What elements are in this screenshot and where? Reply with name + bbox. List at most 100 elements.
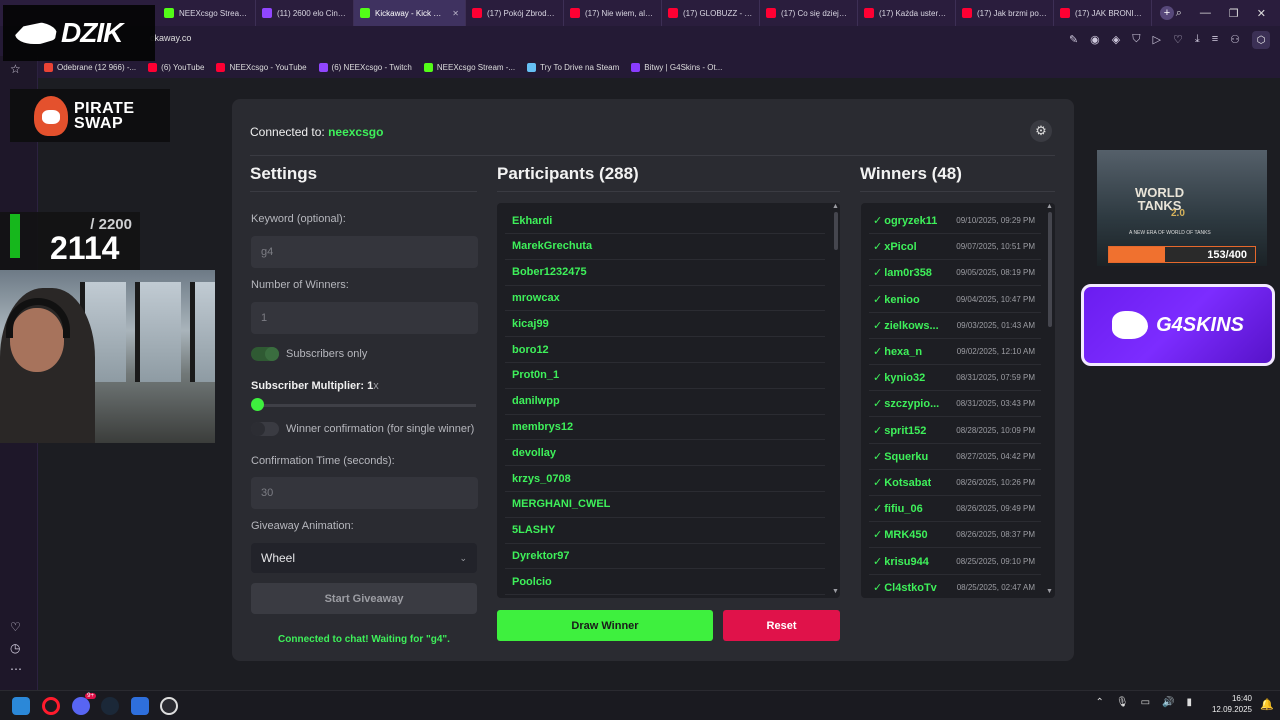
new-tab-button[interactable]: + (1160, 6, 1174, 20)
bookmark-item[interactable]: (6) YouTube (148, 62, 204, 72)
winner-name: ✓ lam0r358 (873, 267, 932, 280)
bookmark-item[interactable]: Odebrane (12 966) -... (44, 62, 136, 72)
tab-label: (17) GLOBUZZ - YouTu (683, 8, 753, 18)
opera-icon[interactable] (42, 697, 60, 715)
participant-row: 5LASHY (505, 518, 825, 544)
participants-scrollbar[interactable] (834, 212, 838, 250)
g4skins-banner: G4SKINS (1081, 284, 1275, 366)
browser-tab[interactable]: Kickaway - Kick Giveaway ✕ (354, 0, 466, 26)
microphone-icon[interactable]: 🎙 (1116, 697, 1129, 708)
check-icon: ✓ (873, 267, 883, 280)
winner-date: 09/07/2025, 10:51 PM (956, 242, 1035, 252)
scroll-down-icon[interactable]: ▼ (832, 588, 839, 595)
display-icon[interactable]: ▭ (1141, 697, 1150, 708)
steam-icon[interactable] (101, 697, 119, 715)
edit-icon[interactable]: ✎ (1069, 33, 1078, 46)
confirm-time-input[interactable]: 30 (251, 477, 478, 509)
menu-icon[interactable]: ≡ (1212, 33, 1218, 46)
winners-list[interactable]: ▲ ▼ ✓ ogryzek11 09/10/2025, 09:29 PM ✓ xPico… (861, 203, 1055, 598)
restore-button[interactable]: ❐ (1229, 7, 1239, 20)
bookmark-item[interactable]: NEEXcsgo - YouTube (216, 62, 307, 72)
draw-winner-button[interactable]: Draw Winner (497, 610, 713, 641)
browser-tab[interactable]: (17) Jak brzmi pokona (956, 0, 1054, 26)
channel-name: neexcsgo (328, 125, 384, 139)
star-icon[interactable]: ☆ (10, 62, 21, 76)
play-icon[interactable]: ▷ (1152, 33, 1160, 46)
check-icon: ✓ (873, 424, 883, 437)
browser-tab[interactable]: (17) GLOBUZZ - YouTu (662, 0, 760, 26)
scroll-up-icon[interactable]: ▲ (832, 203, 839, 210)
pirateswap-banner: PIRATE SWAP (10, 89, 170, 142)
profile-icon[interactable]: ⚇ (1230, 33, 1240, 46)
more-icon[interactable]: ⋯ (10, 662, 22, 676)
bookmark-item[interactable]: Bitwy | G4Skins - Ot... (631, 62, 722, 72)
bookmark-favicon-icon (423, 62, 433, 72)
close-icon[interactable]: ✕ (452, 9, 459, 18)
winner-row: ✓ kynio32 08/31/2025, 07:59 PM (869, 365, 1041, 392)
chat-status: Connected to chat! Waiting for "g4". (278, 634, 450, 645)
settings-gear-button[interactable]: ⚙ (1030, 120, 1052, 142)
winner-confirmation-toggle[interactable] (251, 422, 279, 436)
url-field[interactable]: ckaway.co (150, 33, 191, 43)
keyword-input[interactable]: g4 (251, 236, 478, 268)
multiplier-slider-track[interactable] (257, 404, 476, 407)
participants-title: Participants (288) (497, 164, 639, 183)
tab-label: (17) JAK BRONIĆ SIĘ P (1075, 8, 1145, 18)
discord-icon[interactable]: 9+ (72, 693, 96, 715)
animation-select[interactable]: Wheel ⌄ (251, 543, 477, 573)
scroll-down-icon[interactable]: ▼ (1046, 588, 1053, 595)
winners-count-input[interactable]: 1 (251, 302, 478, 334)
heart-icon[interactable]: ♡ (10, 620, 21, 634)
browser-tab[interactable]: NEEXcsgo Stream - W (158, 0, 256, 26)
search-tabs-icon[interactable]: ⌕ (1176, 7, 1182, 20)
scroll-up-icon[interactable]: ▲ (1046, 203, 1053, 210)
participant-row: Prot0n_1 (505, 363, 825, 389)
obs-icon[interactable] (160, 697, 178, 715)
history-icon[interactable]: ◷ (10, 641, 20, 655)
check-icon: ✓ (873, 372, 883, 385)
multiplier-slider-thumb[interactable] (251, 398, 264, 411)
browser-tab[interactable]: (11) 2600 elo Cinema (256, 0, 354, 26)
wot-banner: WORLD TANKS 2.0 A NEW ERA OF WORLD OF TA… (1097, 150, 1267, 266)
extension-icon[interactable]: ⬡ (1252, 31, 1270, 49)
clock[interactable]: 16:40 12.09.2025 (1212, 693, 1252, 715)
download-icon[interactable]: ⤓ (1195, 33, 1200, 46)
participants-list[interactable]: ▲ ▼ Ekhardi MarekGrechuta Bober1232475 mrow… (497, 203, 840, 598)
winner-name: ✓ szczypio... (873, 398, 940, 411)
browser-tab[interactable]: (17) Każda usterka w s (858, 0, 956, 26)
winner-date: 08/26/2025, 08:37 PM (956, 530, 1035, 540)
camera-icon[interactable]: ◉ (1090, 33, 1100, 46)
app-icon[interactable] (131, 697, 149, 715)
minimize-button[interactable]: — (1200, 7, 1211, 19)
chevron-up-icon[interactable]: ⌃ (1095, 697, 1103, 708)
bookmark-item[interactable]: NEEXcsgo Stream -... (423, 62, 515, 72)
taskbar: 9+ (0, 690, 1280, 720)
settings-title: Settings (250, 164, 318, 183)
participant-row: mrowcax (505, 285, 825, 312)
volume-icon[interactable]: 🔊 (1162, 697, 1174, 708)
tracker-icon[interactable]: ◈ (1112, 33, 1120, 46)
browser-tab[interactable]: (17) JAK BRONIĆ SIĘ P (1054, 0, 1152, 26)
divider (250, 155, 1055, 156)
shield-icon[interactable]: ⛉ (1132, 33, 1140, 46)
start-giveaway-button[interactable]: Start Giveaway (251, 583, 477, 614)
tab-favicon-icon (360, 8, 370, 18)
close-window-button[interactable]: ✕ (1257, 7, 1266, 20)
windows-start-icon[interactable] (12, 697, 30, 715)
notification-bell-icon[interactable]: 🔔 (1260, 698, 1274, 711)
winners-scrollbar[interactable] (1048, 212, 1052, 327)
bookmark-item[interactable]: Try To Drive na Steam (527, 62, 619, 72)
check-icon: ✓ (873, 581, 883, 594)
browser-tab[interactable]: (17) Nie wiem, ale się (564, 0, 662, 26)
tab-label: (17) Jak brzmi pokona (977, 8, 1047, 18)
bookmark-item[interactable]: (6) NEEXcsgo - Twitch (318, 62, 412, 72)
headphones-icon (6, 298, 70, 338)
reset-button[interactable]: Reset (723, 610, 840, 641)
browser-tab[interactable]: (17) Pokój Zbrodni - Y (466, 0, 564, 26)
heart-icon[interactable]: ♡ (1173, 33, 1183, 46)
subscribers-only-toggle[interactable] (251, 347, 279, 361)
browser-tab[interactable]: (17) Co się dzieje, gdy (760, 0, 858, 26)
battery-icon[interactable]: ▮ (1186, 697, 1192, 708)
participant-row: MERGHANI_CWEL (505, 492, 825, 518)
participant-row: MarekGrechuta (505, 234, 825, 260)
